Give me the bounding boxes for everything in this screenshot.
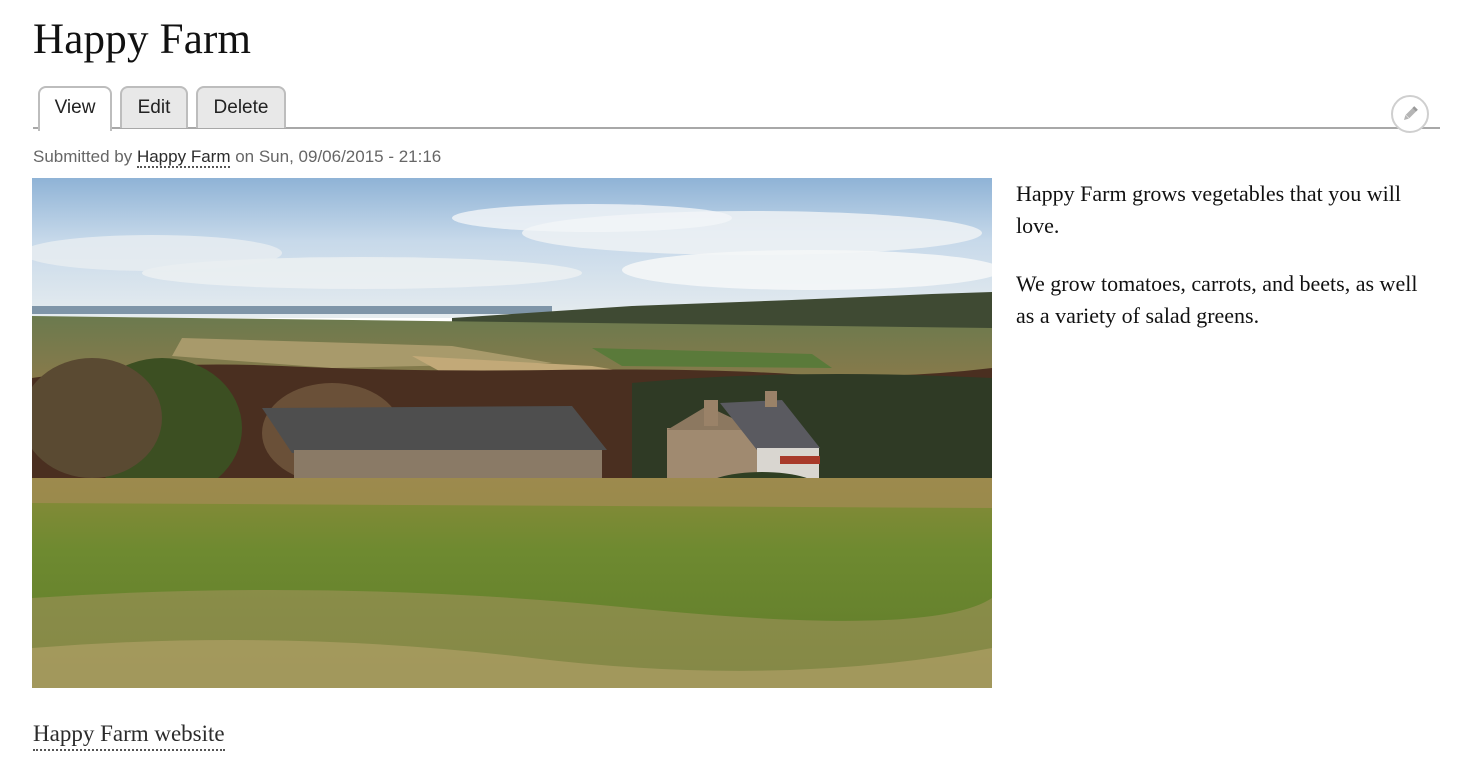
- body-text: Happy Farm grows vegetables that you wil…: [1016, 178, 1436, 358]
- body-paragraph: We grow tomatoes, carrots, and beets, as…: [1016, 271, 1418, 328]
- author-link[interactable]: Happy Farm: [136, 147, 231, 168]
- submitted-date: on Sun, 09/06/2015 - 21:16: [230, 147, 442, 166]
- farm-photo: [32, 178, 992, 688]
- tab-edit[interactable]: Edit: [120, 86, 188, 128]
- tab-delete[interactable]: Delete: [196, 86, 286, 128]
- submitted-prefix: Submitted by: [33, 147, 137, 166]
- pencil-icon: [1403, 106, 1418, 121]
- tab-view[interactable]: View: [38, 86, 112, 131]
- contextual-edit-button[interactable]: [1391, 95, 1429, 133]
- body-paragraph: Happy Farm grows vegetables that you wil…: [1016, 181, 1401, 238]
- page-title: Happy Farm: [33, 16, 252, 63]
- submitted-info: Submitted by Happy Farm on Sun, 09/06/20…: [33, 147, 442, 168]
- farm-website-link[interactable]: Happy Farm website: [33, 719, 225, 751]
- primary-tabs: View Edit Delete: [33, 86, 1440, 131]
